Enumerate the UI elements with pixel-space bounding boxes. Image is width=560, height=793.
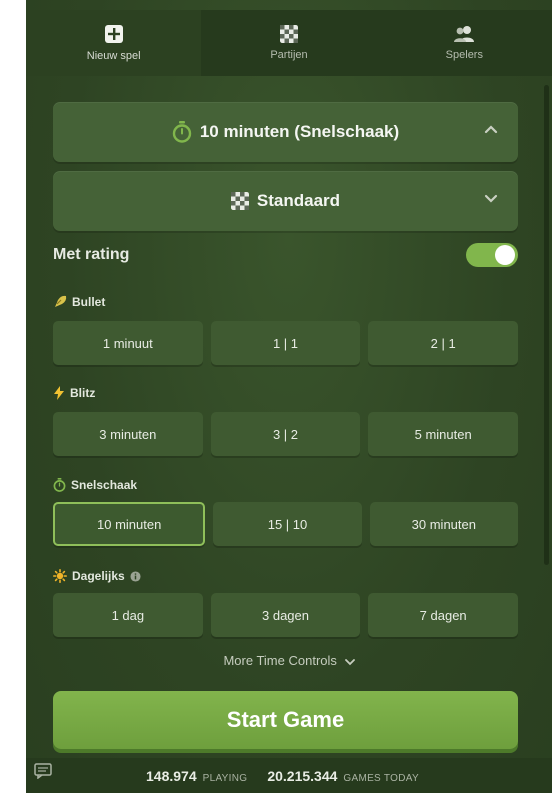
rated-label: Met rating <box>53 246 130 263</box>
info-icon[interactable] <box>130 570 141 582</box>
tab-label: Spelers <box>445 49 483 61</box>
section-title: Bullet <box>72 295 106 309</box>
tab-bar: Nieuw spel Partijen Spelers <box>26 10 552 76</box>
rated-toggle[interactable] <box>466 243 518 267</box>
section-bullet: Bullet <box>53 295 105 309</box>
time-option-button[interactable]: 3 minuten <box>53 412 203 456</box>
playing-label: PLAYING <box>202 773 248 784</box>
chessboard-icon <box>279 25 298 43</box>
section-rapid: Snelschaak <box>53 478 137 492</box>
time-option-button[interactable]: 30 minuten <box>369 502 518 546</box>
time-option-button[interactable]: 1 | 1 <box>210 321 361 365</box>
tab-players[interactable]: Spelers <box>376 10 552 76</box>
footer-stats-bar: 148.974 PLAYING 20.215.344 GAMES TODAY <box>26 758 552 793</box>
chessboard-icon <box>230 192 249 210</box>
time-option-button[interactable]: 2 | 1 <box>368 321 519 365</box>
users-icon <box>454 26 475 42</box>
bullet-icon <box>55 295 67 307</box>
sun-icon <box>53 569 67 583</box>
variant-dropdown[interactable]: Standaard <box>53 171 518 231</box>
section-blitz: Blitz <box>53 386 95 400</box>
scrollbar[interactable] <box>544 85 549 565</box>
time-option-button[interactable]: 3 dagen <box>210 593 361 637</box>
section-title: Dagelijks <box>72 569 125 583</box>
tab-new-game[interactable]: Nieuw spel <box>26 10 202 76</box>
bullet-options: 1 minuut 1 | 1 2 | 1 <box>53 321 519 365</box>
rapid-options: 10 minuten 15 | 10 30 minuten <box>53 502 518 546</box>
blitz-options: 3 minuten 3 | 2 5 minuten <box>53 412 519 456</box>
chevron-down-icon <box>484 194 498 203</box>
games-today-count: 20.215.344 <box>267 768 338 784</box>
chat-icon[interactable] <box>34 763 52 779</box>
time-control-label: 10 minuten (Snelschaak) <box>199 122 400 141</box>
plus-square-icon <box>104 25 123 43</box>
section-daily: Dagelijks <box>53 569 141 583</box>
time-option-button[interactable]: 7 dagen <box>368 593 519 637</box>
section-title: Snelschaak <box>71 478 138 492</box>
more-time-controls-label: More Time Controls <box>223 653 337 668</box>
section-title: Blitz <box>70 386 96 400</box>
tab-games[interactable]: Partijen <box>201 10 377 76</box>
playing-count: 148.974 <box>146 768 197 784</box>
live-stats: 148.974 PLAYING 20.215.344 GAMES TODAY <box>146 768 433 784</box>
more-time-controls-link[interactable]: More Time Controls <box>26 653 552 669</box>
time-option-button-selected[interactable]: 10 minuten <box>53 502 206 546</box>
daily-options: 1 dag 3 dagen 7 dagen <box>53 593 519 637</box>
tab-label: Partijen <box>270 49 308 61</box>
stopwatch-icon <box>172 121 192 143</box>
toggle-knob <box>495 245 515 265</box>
time-control-dropdown[interactable]: 10 minuten (Snelschaak) <box>53 102 518 162</box>
variant-label: Standaard <box>256 191 341 210</box>
games-today-label: GAMES TODAY <box>343 773 419 784</box>
chevron-up-icon <box>484 125 498 134</box>
time-option-button[interactable]: 1 dag <box>53 593 203 637</box>
time-option-button[interactable]: 5 minuten <box>368 412 519 456</box>
tab-label: Nieuw spel <box>86 50 141 62</box>
time-option-button[interactable]: 3 | 2 <box>210 412 361 456</box>
lightning-icon <box>54 386 64 400</box>
time-option-button[interactable]: 1 minuut <box>53 321 203 365</box>
start-game-button[interactable]: Start Game <box>53 691 518 749</box>
chevron-down-icon <box>344 659 355 666</box>
time-option-button[interactable]: 15 | 10 <box>213 502 362 546</box>
stopwatch-icon <box>53 478 66 492</box>
new-game-panel: Nieuw spel Partijen Spelers 10 minuten (… <box>26 0 552 793</box>
